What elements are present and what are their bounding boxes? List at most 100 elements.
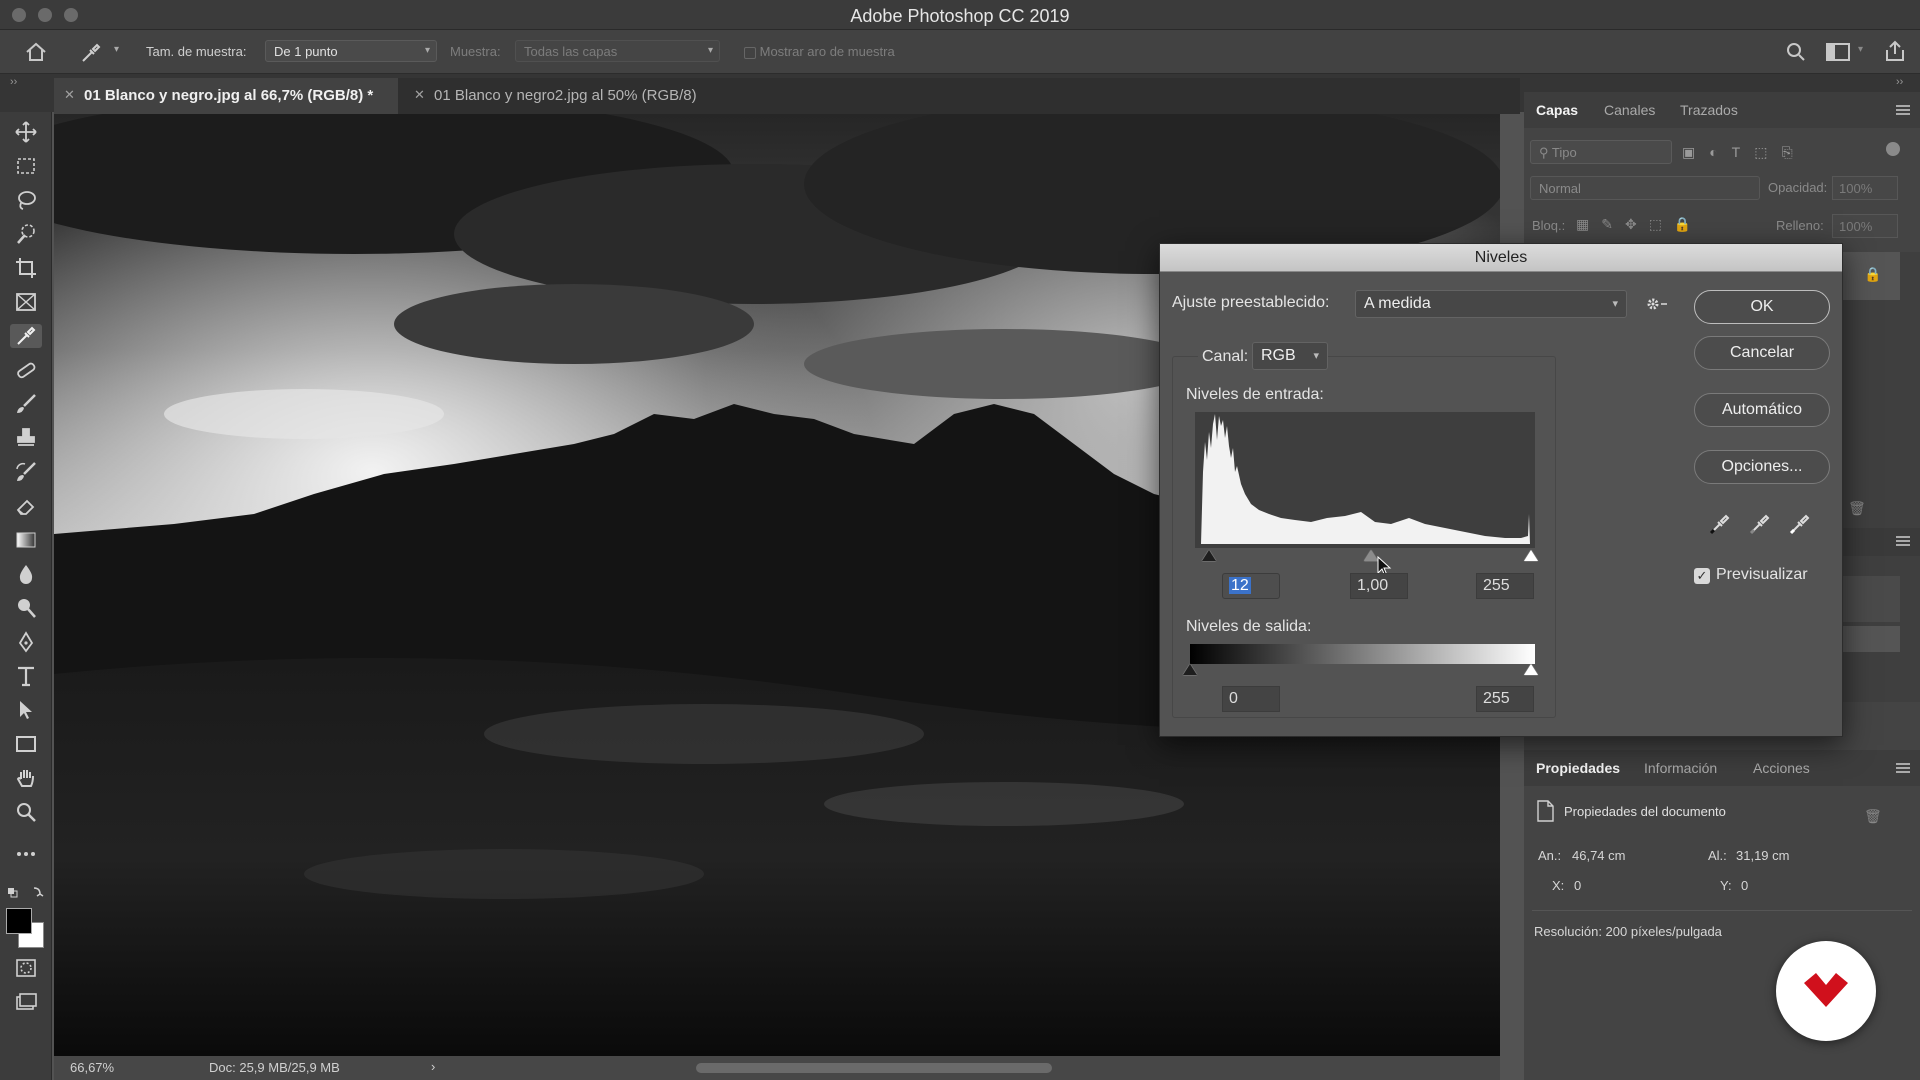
panel-menu-icon[interactable] <box>1896 763 1910 773</box>
show-ring-checkbox[interactable] <box>744 46 756 59</box>
search-icon[interactable] <box>1786 42 1806 62</box>
marquee-tool[interactable] <box>14 154 38 178</box>
eyedropper-tool[interactable] <box>10 324 42 348</box>
blend-mode-select[interactable]: Normal <box>1530 176 1760 200</box>
type-icon <box>18 666 34 687</box>
delete-icon[interactable]: 🗑 <box>1864 808 1882 825</box>
gradient-icon <box>16 532 36 548</box>
output-white-field[interactable]: 255 <box>1476 686 1534 712</box>
x-label: X: <box>1552 878 1565 893</box>
drop-icon <box>19 565 33 584</box>
panel-menu-icon[interactable] <box>1896 536 1910 546</box>
screen-mode-icon <box>16 993 37 1010</box>
rectangle-tool[interactable] <box>14 732 38 756</box>
rectangle-marquee-icon <box>17 158 35 174</box>
cancel-button[interactable]: Cancelar <box>1694 336 1830 370</box>
dialog-title[interactable]: Niveles <box>1160 244 1842 272</box>
tab-properties[interactable]: Propiedades <box>1536 760 1620 776</box>
input-gamma-slider[interactable] <box>1364 550 1378 561</box>
default-swap-colors-icon[interactable] <box>6 884 46 904</box>
black-point-eyedropper-icon[interactable] <box>1708 512 1732 536</box>
blur-tool[interactable] <box>14 562 38 586</box>
tab-layers[interactable]: Capas <box>1536 102 1578 118</box>
dodge-tool[interactable] <box>14 596 38 620</box>
output-black-field[interactable]: 0 <box>1222 686 1280 712</box>
opacity-field[interactable]: 100% <box>1832 176 1898 200</box>
x-value: 0 <box>1574 878 1582 893</box>
tab-label: 01 Blanco y negro2.jpg al 50% (RGB/8) <box>434 87 697 104</box>
foreground-color-swatch[interactable] <box>6 908 32 934</box>
close-tab-icon[interactable]: ✕ <box>64 87 75 103</box>
gradient-tool[interactable] <box>14 528 38 552</box>
output-white-slider[interactable] <box>1524 664 1538 675</box>
zoom-icon <box>17 803 36 822</box>
input-white-slider[interactable] <box>1524 550 1538 561</box>
fill-field[interactable]: 100% <box>1832 214 1898 238</box>
type-tool[interactable] <box>14 664 38 688</box>
tab-document-2[interactable]: ✕ 01 Blanco y negro2.jpg al 50% (RGB/8) <box>404 78 744 114</box>
collapse-toolbar-icon[interactable]: ›› <box>10 76 17 88</box>
dodge-icon <box>18 599 36 618</box>
input-black-field[interactable]: 12 <box>1222 573 1280 599</box>
preset-select[interactable]: A medida ▾ <box>1355 290 1627 318</box>
screen-mode-button[interactable] <box>14 990 38 1014</box>
home-icon[interactable] <box>25 42 47 62</box>
share-icon[interactable] <box>1884 40 1906 62</box>
pen-tool[interactable] <box>14 630 38 654</box>
input-white-field[interactable]: 255 <box>1476 573 1534 599</box>
tab-paths[interactable]: Trazados <box>1680 102 1738 118</box>
history-brush-tool[interactable] <box>14 460 38 484</box>
delete-layer-icon[interactable]: 🗑 <box>1848 500 1866 517</box>
gray-point-eyedropper-icon[interactable] <box>1748 512 1772 536</box>
tab-document-1[interactable]: ✕ 01 Blanco y negro.jpg al 66,7% (RGB/8) … <box>54 78 398 114</box>
path-selection-tool[interactable] <box>14 698 38 722</box>
eraser-tool[interactable] <box>14 494 38 518</box>
quick-selection-icon <box>17 224 35 244</box>
filter-toggle-icon[interactable] <box>1886 142 1900 156</box>
layer-filter-select[interactable]: ⚲ Tipo <box>1530 140 1672 164</box>
workspace-chevron-icon[interactable]: ▾ <box>1858 44 1863 55</box>
zoom-tool[interactable] <box>14 800 38 824</box>
crop-tool[interactable] <box>14 256 38 280</box>
clone-stamp-tool[interactable] <box>14 426 38 450</box>
options-button[interactable]: Opciones... <box>1694 450 1830 484</box>
edit-toolbar-button[interactable] <box>14 842 38 866</box>
quick-mask-button[interactable] <box>14 956 38 980</box>
gear-icon[interactable] <box>1644 294 1670 314</box>
tab-info[interactable]: Información <box>1644 760 1717 776</box>
move-tool[interactable] <box>14 120 38 144</box>
preset-label: Ajuste preestablecido: <box>1172 294 1330 311</box>
tab-channels[interactable]: Canales <box>1604 102 1655 118</box>
horizontal-scrollbar[interactable] <box>696 1063 1052 1073</box>
white-point-eyedropper-icon[interactable] <box>1788 512 1812 536</box>
zoom-level[interactable]: 66,67% <box>70 1060 114 1075</box>
sample-size-select[interactable]: De 1 punto ▾ <box>265 40 437 62</box>
channel-select[interactable]: RGB ▾ <box>1252 342 1328 370</box>
workspace-icon[interactable] <box>1826 43 1850 61</box>
status-menu-arrow[interactable]: › <box>431 1059 435 1074</box>
output-black-slider[interactable] <box>1183 664 1197 675</box>
preview-toggle[interactable]: ✓ Previsualizar <box>1694 565 1854 589</box>
frame-tool[interactable] <box>14 290 38 314</box>
tab-actions[interactable]: Acciones <box>1753 760 1810 776</box>
close-tab-icon[interactable]: ✕ <box>414 87 425 103</box>
input-gamma-field[interactable]: 1,00 <box>1350 573 1408 599</box>
lasso-tool[interactable] <box>14 188 38 212</box>
eyedropper-tool-icon[interactable] <box>80 42 102 64</box>
histogram-graph <box>1201 414 1530 544</box>
auto-button[interactable]: Automático <box>1694 393 1830 427</box>
sample-select[interactable]: Todas las capas ▾ <box>515 40 720 62</box>
quick-selection-tool[interactable] <box>14 222 38 246</box>
tool-preset-chevron-icon[interactable]: ▾ <box>114 44 119 55</box>
hand-tool[interactable] <box>14 766 38 790</box>
brush-tool[interactable] <box>14 392 38 416</box>
healing-brush-tool[interactable] <box>14 358 38 382</box>
layer-filter-icons[interactable]: ▣◐T⬚⎘ <box>1682 144 1807 161</box>
panel-menu-icon[interactable] <box>1896 105 1910 115</box>
collapse-panels-icon[interactable]: ›› <box>1896 76 1903 88</box>
lock-icons[interactable]: ▦✎✥⬚🔒 <box>1576 216 1703 233</box>
preview-checkbox[interactable]: ✓ <box>1694 568 1710 584</box>
input-black-slider[interactable] <box>1202 550 1216 561</box>
show-ring-option[interactable]: Mostrar aro de muestra <box>744 44 895 59</box>
ok-button[interactable]: OK <box>1694 290 1830 324</box>
